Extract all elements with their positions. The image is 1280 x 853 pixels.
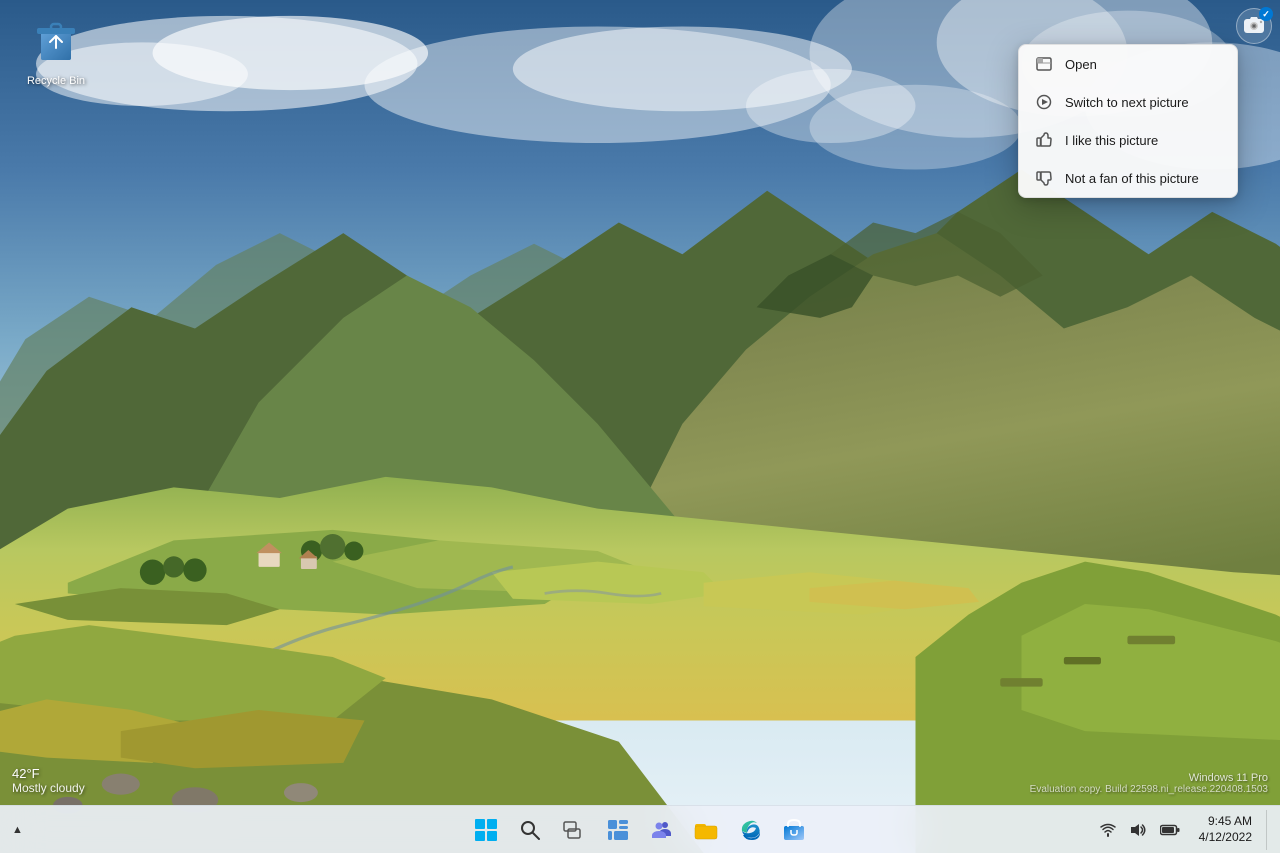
wifi-icon — [1100, 822, 1116, 838]
battery-icon — [1160, 824, 1180, 836]
weather-temperature: 42°F — [12, 766, 85, 781]
widgets-button[interactable] — [600, 812, 636, 848]
windows-logo-icon — [474, 818, 498, 842]
clock-time: 9:45 AM — [1208, 814, 1252, 830]
start-button[interactable] — [468, 812, 504, 848]
show-desktop-button[interactable] — [1266, 810, 1272, 850]
task-view-button[interactable] — [556, 812, 592, 848]
next-picture-icon — [1035, 93, 1053, 111]
teams-button[interactable] — [644, 812, 680, 848]
like-icon — [1035, 131, 1053, 149]
store-icon — [783, 819, 805, 841]
volume-icon — [1130, 822, 1146, 838]
windows-watermark: Windows 11 Pro Evaluation copy. Build 22… — [1030, 772, 1268, 795]
teams-icon — [650, 818, 674, 842]
menu-item-switch-next[interactable]: Switch to next picture — [1019, 83, 1237, 121]
edge-button[interactable] — [732, 812, 768, 848]
recycle-bin-icon — [37, 22, 75, 71]
menu-item-not-fan[interactable]: Not a fan of this picture — [1019, 159, 1237, 197]
store-button[interactable] — [776, 812, 812, 848]
cloud-2 — [384, 43, 884, 163]
file-explorer-button[interactable] — [688, 812, 724, 848]
watermark-build: Evaluation copy. Build 22598.ni_release.… — [1030, 784, 1268, 795]
battery-icon-button[interactable] — [1156, 822, 1184, 838]
context-menu: Open Switch to next picture I like this … — [1018, 44, 1238, 198]
menu-item-like[interactable]: I like this picture — [1019, 121, 1237, 159]
volume-icon-button[interactable] — [1126, 820, 1150, 840]
file-explorer-icon — [694, 819, 718, 841]
desktop: Recycle Bin ✓ Open — [0, 0, 1280, 853]
taskbar-center — [468, 812, 812, 848]
dislike-icon — [1035, 169, 1053, 187]
clock-button[interactable]: 9:45 AM 4/12/2022 — [1190, 812, 1260, 847]
spotlight-button[interactable]: ✓ — [1236, 8, 1272, 44]
menu-item-open[interactable]: Open — [1019, 45, 1237, 83]
weather-condition: Mostly cloudy — [12, 781, 85, 795]
recycle-bin[interactable]: Recycle Bin — [20, 16, 92, 93]
wifi-icon-button[interactable] — [1096, 820, 1120, 840]
search-button[interactable] — [512, 812, 548, 848]
edge-icon — [739, 819, 761, 841]
recycle-bin-label: Recycle Bin — [27, 75, 85, 87]
task-view-icon — [563, 819, 585, 841]
taskbar-right: 9:45 AM 4/12/2022 — [1096, 810, 1272, 850]
taskbar: ▲ — [0, 805, 1280, 853]
widgets-icon — [607, 819, 629, 841]
clock-date: 4/12/2022 — [1199, 830, 1252, 846]
open-icon — [1035, 55, 1053, 73]
weather-widget: 42°F Mostly cloudy — [12, 766, 85, 795]
search-icon — [519, 819, 541, 841]
watermark-title: Windows 11 Pro — [1030, 772, 1268, 784]
show-hidden-icons-button[interactable]: ▲ — [8, 822, 27, 838]
